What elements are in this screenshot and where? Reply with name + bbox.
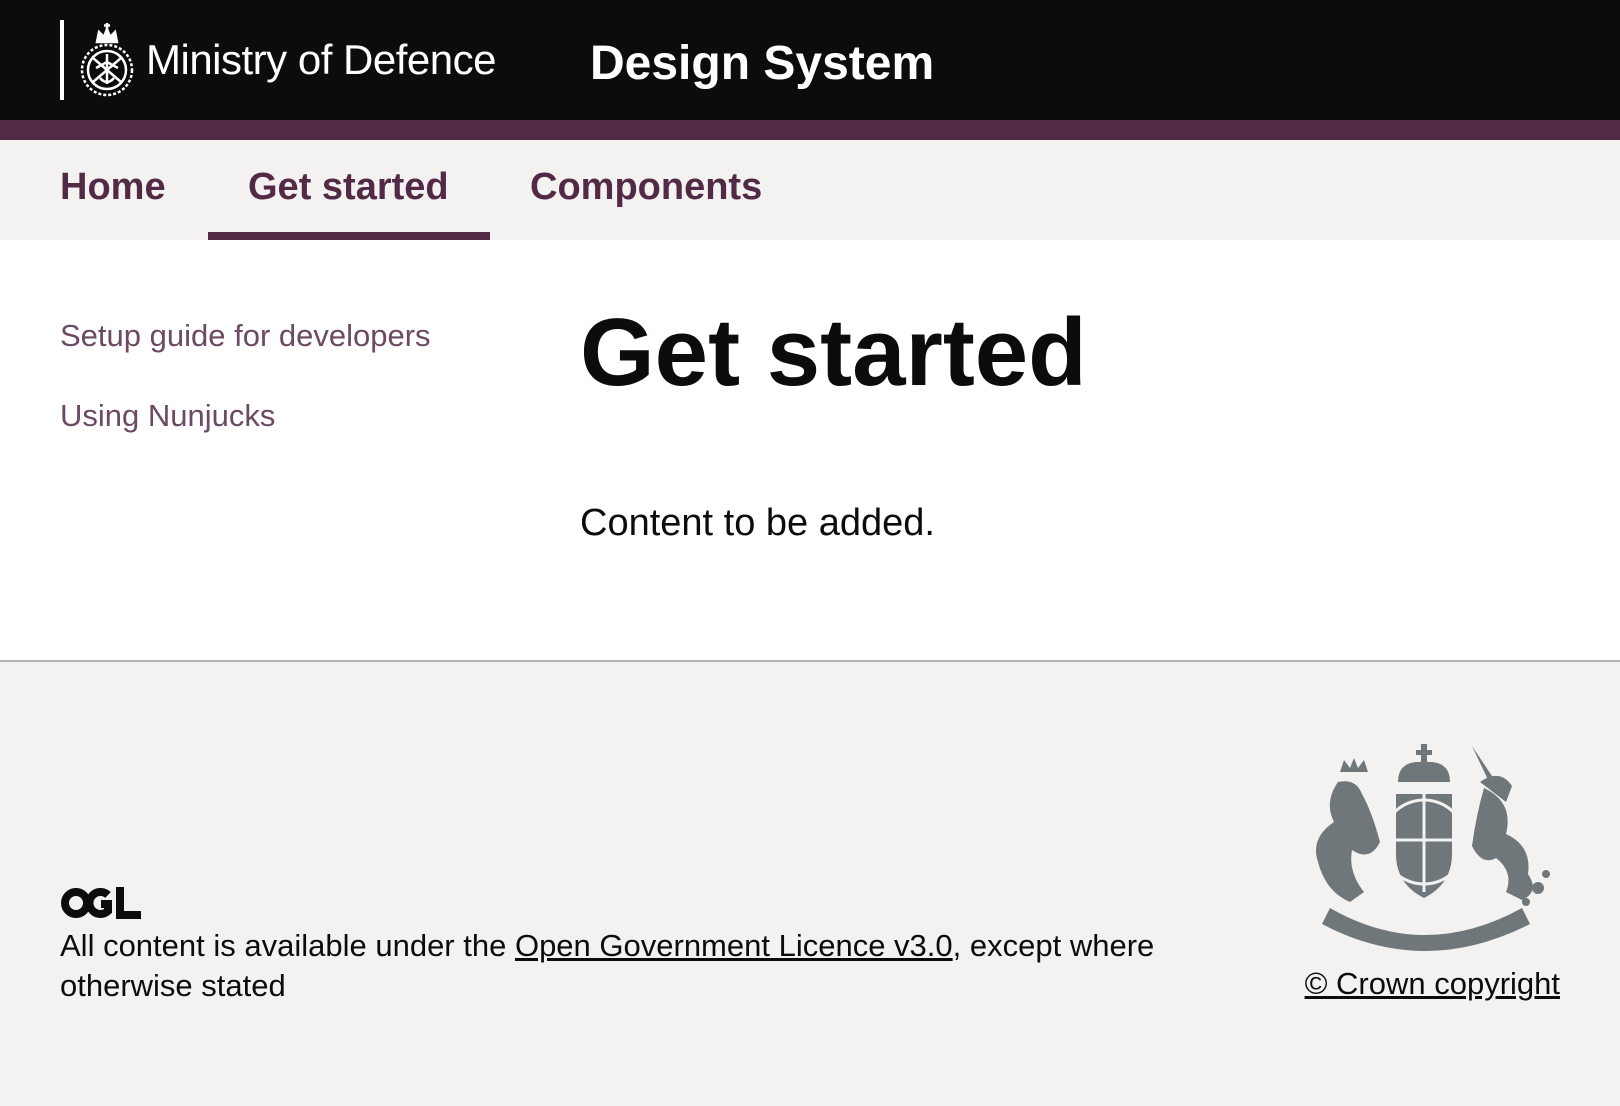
sidebar-item-setup-guide[interactable]: Setup guide for developers — [60, 318, 431, 354]
nav-item-get-started[interactable]: Get started — [208, 140, 490, 240]
body-text: Content to be added. — [580, 502, 935, 544]
nav-item-label: Get started — [248, 166, 449, 208]
sidebar-item-using-nunjucks[interactable]: Using Nunjucks — [60, 398, 275, 434]
mod-crest-icon — [80, 23, 134, 97]
nav-item-label: Home — [60, 166, 166, 208]
site-header: Ministry of Defence Design System — [0, 0, 1620, 120]
main-content: Setup guide for developers Using Nunjuck… — [0, 240, 1620, 660]
ogl-logo-icon — [61, 887, 141, 919]
royal-coat-of-arms-icon — [1316, 744, 1550, 951]
nav-item-label: Components — [530, 166, 763, 208]
organisation-name: Ministry of Defence — [146, 36, 496, 83]
mod-logo-link[interactable]: Ministry of Defence — [60, 20, 496, 100]
service-name-link[interactable]: Design System — [590, 36, 934, 91]
site-footer: All content is available under the Open … — [0, 660, 1620, 1106]
page-title: Get started — [580, 299, 1087, 406]
primary-navigation: Home Get started Components — [0, 140, 1620, 240]
licence-prefix: All content is available under the — [60, 928, 515, 963]
nav-item-home[interactable]: Home — [60, 140, 210, 240]
licence-statement: All content is available under the Open … — [60, 926, 1210, 1006]
header-accent-stripe — [0, 120, 1620, 140]
crown-copyright-link[interactable]: © Crown copyright — [1305, 966, 1560, 1002]
nav-item-components[interactable]: Components — [530, 140, 810, 240]
logo-divider — [60, 20, 64, 100]
licence-link[interactable]: Open Government Licence v3.0 — [515, 928, 953, 963]
